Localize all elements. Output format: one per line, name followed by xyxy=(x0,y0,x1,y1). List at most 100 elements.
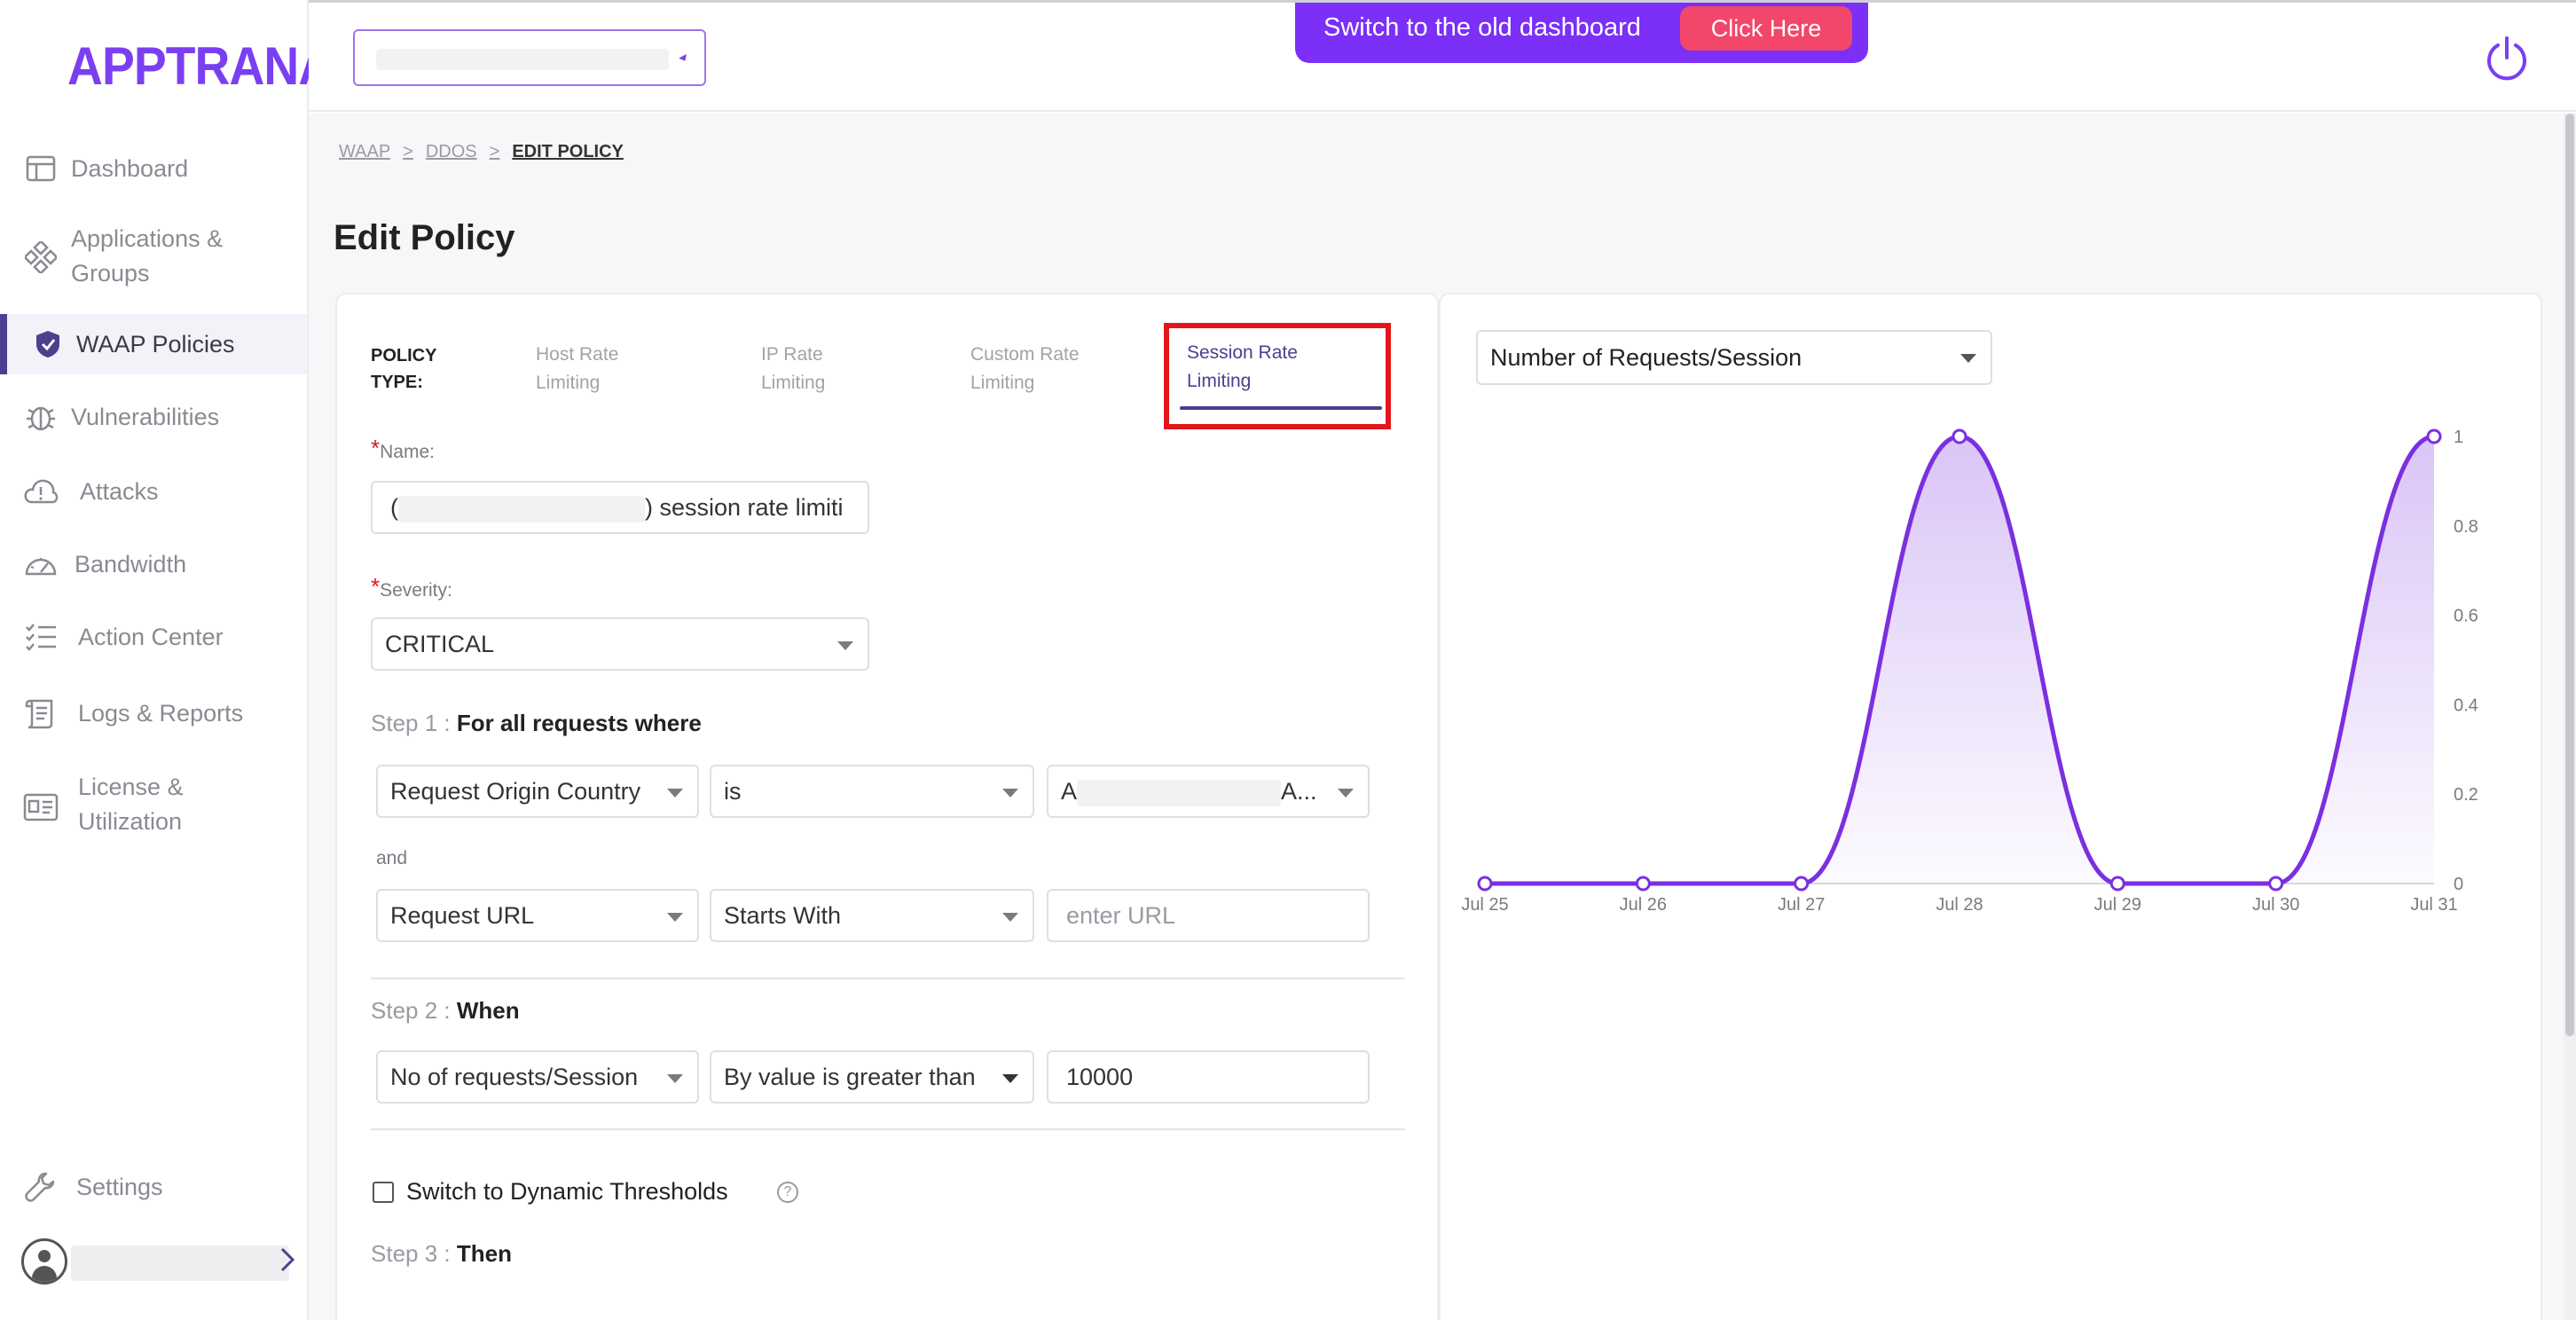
top-bar: Switch to the old dashboard Click Here xyxy=(309,0,2576,112)
license-icon xyxy=(23,790,59,825)
data-point xyxy=(2268,876,2284,892)
x-tick-label: Jul 31 xyxy=(2410,895,2457,915)
data-point xyxy=(1477,876,1493,892)
sidebar-item-logs-reports[interactable]: Logs & Reports xyxy=(0,695,307,731)
condition2-operator-select[interactable]: Starts With xyxy=(710,889,1034,942)
wrench-icon xyxy=(23,1169,59,1205)
data-point xyxy=(1635,876,1651,892)
x-tick-label: Jul 30 xyxy=(2252,895,2299,915)
severity-label: *Severity: xyxy=(371,573,452,601)
sidebar-item-label: WAAP Policies xyxy=(76,330,235,358)
sidebar-item-label: Action Center xyxy=(78,623,224,650)
x-tick-label: Jul 25 xyxy=(1461,895,1508,915)
user-profile[interactable] xyxy=(21,1238,296,1288)
y-tick-label: 0.6 xyxy=(2454,607,2478,626)
tab-host-rate-limiting[interactable]: Host Rate Limiting xyxy=(536,341,618,397)
condition1-field-select[interactable]: Request Origin Country xyxy=(376,765,699,818)
data-point xyxy=(2109,876,2125,892)
breadcrumb-ddos[interactable]: DDOS xyxy=(426,142,477,162)
condition2-field-select[interactable]: Request URL xyxy=(376,889,699,942)
name-redacted xyxy=(398,495,645,522)
policy-type-label: POLICY TYPE: xyxy=(371,346,437,392)
scroll-icon xyxy=(23,695,59,731)
chevron-down-icon xyxy=(837,641,853,650)
tab-ip-rate-limiting[interactable]: IP Rate Limiting xyxy=(761,341,825,397)
avatar[interactable] xyxy=(21,1238,67,1285)
sidebar-item-waap-policies[interactable]: WAAP Policies xyxy=(0,314,307,374)
bug-icon xyxy=(23,399,59,435)
speedometer-icon xyxy=(23,546,59,582)
and-label: and xyxy=(376,848,408,868)
x-tick-label: Jul 28 xyxy=(1936,895,1983,915)
tab-custom-rate-limiting[interactable]: Custom Rate Limiting xyxy=(970,341,1080,397)
chevron-right-icon[interactable] xyxy=(279,1245,296,1282)
condition1-operator-select[interactable]: is xyxy=(710,765,1034,818)
breadcrumb-waap[interactable]: WAAP xyxy=(339,142,390,162)
sidebar-item-settings[interactable]: Settings xyxy=(0,1169,307,1205)
condition3-field-select[interactable]: No of requests/Session xyxy=(376,1050,699,1104)
dynamic-thresholds-label: Switch to Dynamic Thresholds xyxy=(406,1178,728,1205)
chevron-down-icon xyxy=(667,1074,683,1083)
y-tick-label: 0 xyxy=(2454,875,2463,894)
x-tick-label: Jul 26 xyxy=(1620,895,1667,915)
sidebar-item-bandwidth[interactable]: Bandwidth xyxy=(0,546,307,582)
alert-cloud-icon xyxy=(23,474,59,509)
breadcrumb-edit-policy: EDIT POLICY xyxy=(512,142,624,161)
country-list-redacted xyxy=(1077,779,1282,806)
help-icon[interactable]: ? xyxy=(777,1182,798,1203)
chevron-down-icon xyxy=(1002,789,1018,798)
x-tick-label: Jul 29 xyxy=(2094,895,2141,915)
dynamic-thresholds-checkbox[interactable] xyxy=(373,1182,394,1203)
sidebar-item-label: Bandwidth xyxy=(75,550,187,578)
sidebar-item-action-center[interactable]: Action Center xyxy=(0,619,307,655)
sidebar-item-license[interactable]: License & Utilization xyxy=(0,770,307,841)
sidebar-item-dashboard[interactable]: Dashboard xyxy=(0,151,307,186)
name-input[interactable]: () session rate limiti xyxy=(371,481,869,534)
main-content: WAAP > DDOS > EDIT POLICY Edit Policy PO… xyxy=(309,114,2576,1320)
scrollbar-thumb[interactable] xyxy=(2565,114,2574,1036)
sidebar-item-label: Attacks xyxy=(80,477,159,505)
y-tick-label: 0.4 xyxy=(2454,695,2478,715)
chevron-down-icon xyxy=(667,789,683,798)
sidebar-item-applications[interactable]: Applications & Groups xyxy=(0,222,307,293)
url-input[interactable]: enter URL xyxy=(1047,889,1370,942)
x-tick-label: Jul 27 xyxy=(1778,895,1825,915)
data-point xyxy=(1794,876,1810,892)
sidebar: APPTRANA Dashboard Applications & Groups… xyxy=(0,0,334,1320)
sidebar-item-label: License & Utilization xyxy=(78,774,184,835)
sidebar-item-label: Logs & Reports xyxy=(78,699,244,727)
chevron-down-icon xyxy=(1002,1074,1018,1083)
click-here-button[interactable]: Click Here xyxy=(1680,6,1852,51)
application-select-value-redacted xyxy=(376,49,669,70)
user-name-redacted xyxy=(71,1245,289,1281)
apptrana-logo[interactable]: APPTRANA xyxy=(67,35,334,97)
sidebar-item-vulnerabilities[interactable]: Vulnerabilities xyxy=(0,399,307,435)
chevron-down-icon xyxy=(1002,913,1018,922)
apps-icon xyxy=(23,240,59,275)
breadcrumb-separator: > xyxy=(403,142,413,161)
condition3-operator-select[interactable]: By value is greater than xyxy=(710,1050,1034,1104)
divider xyxy=(371,1128,1405,1130)
page-title: Edit Policy xyxy=(334,218,515,257)
step1-heading: Step 1 : For all requests where xyxy=(371,710,702,736)
chevron-down-icon xyxy=(679,53,689,64)
highlight-box xyxy=(1164,323,1391,429)
sidebar-item-attacks[interactable]: Attacks xyxy=(0,474,307,509)
step3-heading: Step 3 : Then xyxy=(371,1240,512,1267)
shield-icon xyxy=(30,326,66,362)
sidebar-item-label: Settings xyxy=(76,1173,163,1200)
policy-form-card: POLICY TYPE: Host Rate Limiting IP Rate … xyxy=(335,293,1439,1320)
sidebar-item-label: Dashboard xyxy=(71,154,189,182)
condition1-value-select[interactable]: A A... xyxy=(1047,765,1370,818)
severity-select[interactable]: CRITICAL xyxy=(371,617,869,671)
requests-chart: Jul 25 Jul 26 Jul 27 Jul 28 Jul 29 Jul 30 Jul … xyxy=(1461,428,2478,915)
threshold-input[interactable]: 10000 xyxy=(1047,1050,1370,1104)
divider xyxy=(371,978,1405,979)
data-point xyxy=(2426,428,2442,444)
series-area xyxy=(1485,436,2434,884)
chart-card: Number of Requests/Session Jul 25 Jul 26 J… xyxy=(1439,293,2542,1320)
sidebar-item-label: Vulnerabilities xyxy=(71,403,220,430)
application-select[interactable] xyxy=(353,29,706,86)
page-scrollbar[interactable] xyxy=(2564,114,2576,1320)
power-icon[interactable] xyxy=(2482,33,2532,82)
